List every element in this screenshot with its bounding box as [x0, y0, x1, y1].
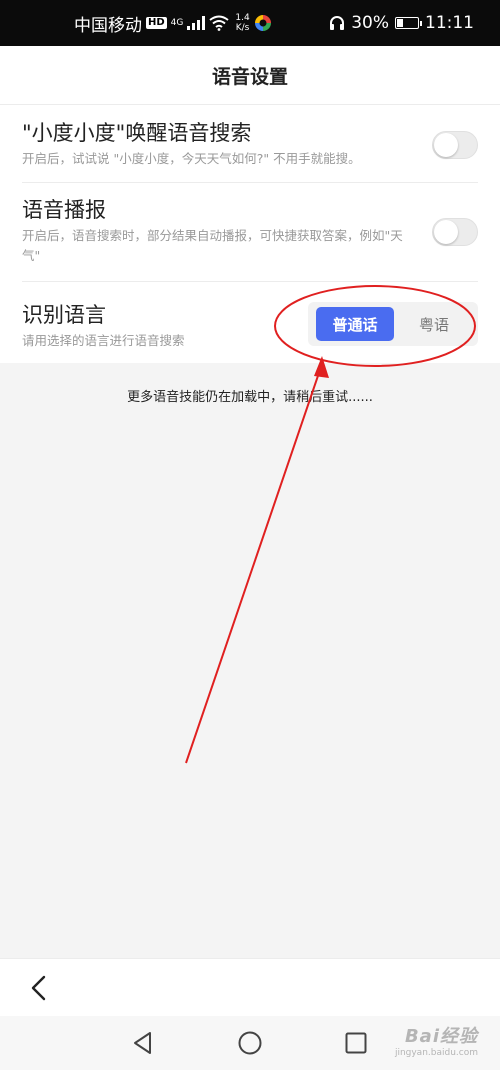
app-notification-icon	[254, 15, 271, 31]
battery-level-fill	[397, 19, 403, 27]
language-option-mandarin[interactable]: 普通话	[316, 307, 394, 341]
watermark: Bai经验 jingyan.baidu.com	[395, 1022, 478, 1058]
setting-voice-broadcast: 语音播报 开启后，语音搜索时，部分结果自动播报，可快捷获取答案，例如"天气"	[22, 196, 478, 266]
status-bar: 中国移动 HD 4G 1.4 K/s 30% 11:11	[0, 0, 500, 46]
battery-percent: 30%	[351, 13, 389, 33]
carrier-name: 中国移动	[74, 15, 142, 36]
status-bar-left: 中国移动 HD 4G 1.4 K/s	[74, 0, 272, 46]
chevron-left-icon[interactable]	[24, 973, 54, 1003]
square-recent-icon[interactable]	[343, 1030, 369, 1056]
triangle-back-icon[interactable]	[130, 1030, 156, 1056]
bottom-toolbar	[0, 958, 500, 1017]
annotation-arrow-line	[185, 363, 323, 764]
net-speed-value: 1.4	[235, 13, 250, 23]
page-title: 语音设置	[211, 65, 288, 88]
watermark-url: jingyan.baidu.com	[394, 1048, 478, 1058]
page-header: 语音设置	[0, 46, 500, 105]
wake-search-toggle[interactable]	[432, 131, 478, 159]
wake-search-desc: 开启后，试试说 "小度小度，今天天气如何?" 不用手就能搜。	[22, 151, 361, 166]
cell-signal-icon	[187, 16, 206, 30]
voice-broadcast-toggle[interactable]	[432, 218, 478, 246]
watermark-brand: Bai经验	[404, 1026, 478, 1047]
toggle-knob	[434, 133, 458, 157]
voice-broadcast-desc: 开启后，语音搜索时，部分结果自动播报，可快捷获取答案，例如"天气"	[22, 228, 403, 263]
circle-home-icon[interactable]	[237, 1030, 263, 1056]
toggle-knob	[434, 220, 458, 244]
network-type: 4G	[170, 18, 184, 28]
clock: 11:11	[425, 13, 474, 33]
battery-icon	[395, 17, 422, 29]
headphones-icon	[330, 16, 345, 30]
net-speed-unit: K/s	[235, 23, 250, 33]
wifi-icon	[209, 15, 229, 31]
hd-badge: HD	[146, 17, 167, 29]
loading-message: 更多语音技能仍在加载中，请稍后重试......	[127, 390, 373, 405]
voice-broadcast-title: 语音播报	[22, 198, 106, 222]
status-bar-right: 30% 11:11	[329, 0, 474, 46]
setting-wake-search: "小度小度"唤醒语音搜索 开启后，试试说 "小度小度，今天天气如何?" 不用手就…	[22, 119, 478, 169]
divider	[22, 281, 478, 282]
language-segmented-control: 普通话 粤语	[308, 302, 478, 346]
divider	[22, 182, 478, 183]
system-nav-bar: Bai经验 jingyan.baidu.com	[0, 1016, 500, 1070]
language-option-cantonese[interactable]: 粤语	[398, 307, 470, 341]
net-speed: 1.4 K/s	[235, 13, 249, 33]
wake-search-title: "小度小度"唤醒语音搜索	[22, 121, 252, 145]
